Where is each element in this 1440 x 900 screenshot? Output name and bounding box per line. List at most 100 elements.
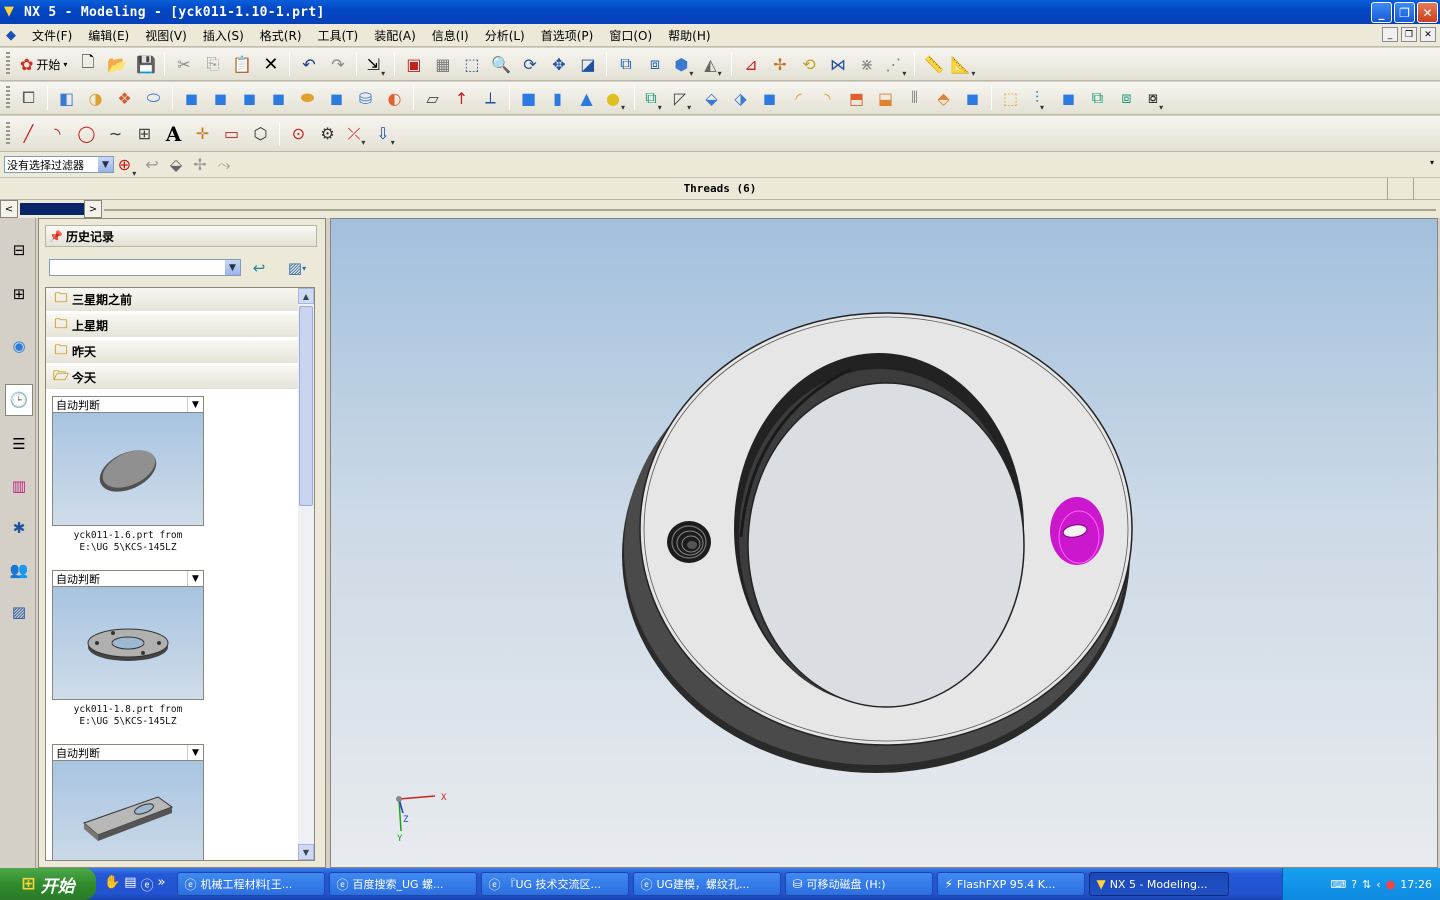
view-options-icon[interactable]: ▨ ▾ — [279, 257, 315, 279]
groove-icon[interactable]: ◼ — [322, 85, 351, 112]
load-mode-select[interactable]: 自动判断 ▼ — [52, 396, 204, 413]
scroll-right-button[interactable]: > — [84, 200, 102, 218]
palette-icon[interactable]: ▥ — [5, 470, 33, 502]
toolbar-grip[interactable] — [6, 86, 10, 110]
open-folder-icon[interactable]: 📂 — [102, 51, 131, 78]
doc-restore-button[interactable]: ❐ — [1401, 27, 1417, 42]
basic-curves-icon[interactable]: ⊞ — [130, 120, 159, 147]
datum-axis-icon[interactable]: ↑ — [447, 85, 476, 112]
patch-icon[interactable]: ⧈ — [1112, 85, 1141, 112]
taskbar-item[interactable]: ⓔ 『UG 技术交流区... — [481, 872, 630, 896]
draft-icon[interactable]: ⬓ — [871, 85, 900, 112]
wcs-rotate-icon[interactable]: ⟲ — [794, 51, 823, 78]
history-filter-select[interactable]: ▼ — [49, 259, 241, 276]
doc-minimize-button[interactable]: _ — [1382, 27, 1398, 42]
copy-icon[interactable]: ⎘ — [198, 51, 227, 78]
system-scenes-icon[interactable]: ▨ — [5, 596, 33, 628]
thread-feature-icon[interactable]: ⦀ — [900, 85, 929, 112]
measure-distance-icon[interactable]: 📏 — [919, 51, 948, 78]
windows-start-button[interactable]: ⊞ 开始 — [0, 868, 96, 900]
project-curve-icon[interactable]: ⇩ — [371, 120, 400, 147]
menu-window[interactable]: 窗口(O) — [601, 27, 660, 44]
refresh-icon[interactable]: ↩ — [247, 257, 271, 279]
offset-face-icon[interactable]: ⬙ — [697, 85, 726, 112]
start-menu-button[interactable]: ✿ 开始 ▾ — [14, 55, 73, 74]
menu-preferences[interactable]: 首选项(P) — [533, 27, 602, 44]
minimize-button[interactable]: _ — [1371, 2, 1392, 23]
zoom-box-icon[interactable]: ⬚ — [457, 51, 486, 78]
roles-icon[interactable]: 👥 — [5, 554, 33, 586]
history-card[interactable]: 自动判断 ▼ yck011-1.6.prt from E:\UG 5\KCS-1… — [52, 396, 204, 554]
taskbar-item[interactable]: ⚡ FlashFXP 95.4 K... — [937, 872, 1086, 896]
spline-icon[interactable]: ∼ — [101, 120, 130, 147]
extrude-icon[interactable]: ◧ — [52, 85, 81, 112]
type-filter-select[interactable]: 没有选择过滤器 ▼ — [4, 156, 114, 173]
part-thumbnail[interactable] — [52, 413, 204, 526]
unite-icon[interactable]: ⧉ — [639, 85, 668, 112]
toolbar-options-icon[interactable]: ▾ — [1430, 158, 1434, 167]
pattern-icon[interactable]: ⬘ — [929, 85, 958, 112]
hole-icon[interactable]: ◼ — [177, 85, 206, 112]
sketch-icon[interactable]: ⧠ — [14, 85, 43, 112]
history-card[interactable]: 自动判断 ▼ yck011-1.8.prt from E:\UG 5\KCS-1… — [52, 570, 204, 728]
face-blend-icon[interactable]: ◝ — [813, 85, 842, 112]
menu-format[interactable]: 格式(R) — [252, 27, 310, 44]
assembly-navigator-icon[interactable]: ⊟ — [5, 234, 33, 266]
intersect-curve-icon[interactable]: ⤫ — [342, 120, 371, 147]
ellipse-icon[interactable]: ⊙ — [284, 120, 313, 147]
emboss-icon[interactable]: ◐ — [380, 85, 409, 112]
clipping-icon[interactable]: ⧈ — [640, 51, 669, 78]
taskbar-item[interactable]: ⓔ 机械工程材料[王... — [177, 872, 326, 896]
quick-pick-icon[interactable]: ⤳ — [212, 151, 236, 178]
new-file-icon[interactable]: 🗋 — [73, 51, 102, 78]
taskbar-item-active[interactable]: ▼ NX 5 - Modeling... — [1089, 872, 1230, 896]
scrollbar-thumb[interactable] — [299, 306, 313, 506]
history-card[interactable]: 自动判断 ▼ — [52, 744, 204, 860]
blend-icon[interactable]: ⬗ — [726, 85, 755, 112]
process-studio-icon[interactable]: ✱ — [5, 512, 33, 544]
rotate-icon[interactable]: ⟳ — [515, 51, 544, 78]
menu-file[interactable]: 文件(F) — [24, 27, 80, 44]
selection-icon[interactable]: ⇲ — [361, 51, 390, 78]
redo-icon[interactable]: ↷ — [323, 51, 352, 78]
shell-icon[interactable]: ⬒ — [842, 85, 871, 112]
pin-icon[interactable]: 📌 — [46, 230, 66, 243]
datum-csys-icon[interactable]: ⟂ — [476, 85, 505, 112]
snap-point-icon[interactable]: ✢ — [188, 151, 212, 178]
quick-launch-icon[interactable]: ✋ — [104, 875, 120, 894]
wcs-display-icon[interactable]: ⋇ — [852, 51, 881, 78]
menu-insert[interactable]: 插入(S) — [195, 27, 252, 44]
edge-blend-icon[interactable]: ◜ — [784, 85, 813, 112]
keyboard-icon[interactable]: ⌨ — [1330, 878, 1346, 891]
measure-angle-icon[interactable]: 📐 — [948, 51, 977, 78]
paste-icon[interactable]: 📋 — [227, 51, 256, 78]
pocket-icon[interactable]: ◼ — [235, 85, 264, 112]
render-style-icon[interactable]: ⬢ — [669, 51, 698, 78]
select-all-icon[interactable]: ⊕ — [114, 151, 140, 178]
list-scrollbar[interactable]: ▲ ▼ — [298, 288, 314, 860]
circle-point-icon[interactable]: ◯ — [72, 120, 101, 147]
chamfer-icon[interactable]: ◼ — [755, 85, 784, 112]
datum-plane-icon[interactable]: ▱ — [418, 85, 447, 112]
help-icon[interactable]: ? — [1351, 878, 1357, 891]
split-body-icon[interactable]: ◼ — [1054, 85, 1083, 112]
polygon-icon[interactable]: ⬡ — [246, 120, 275, 147]
line-icon[interactable]: ╱ — [14, 120, 43, 147]
point-icon[interactable]: ✛ — [188, 120, 217, 147]
close-button[interactable]: ✕ — [1417, 2, 1438, 23]
scroll-up-button[interactable]: ▲ — [298, 288, 314, 304]
sew-icon[interactable]: ⧉ — [1083, 85, 1112, 112]
web-browser-icon[interactable]: ◉ — [5, 330, 33, 362]
thread-icon[interactable]: ⛁ — [351, 85, 380, 112]
block-icon[interactable]: ■ — [514, 85, 543, 112]
mirror-icon[interactable]: ◼ — [958, 85, 987, 112]
revolve-icon[interactable]: ◑ — [81, 85, 110, 112]
zoom-window-icon[interactable]: ▦ — [428, 51, 457, 78]
wcs-save-icon[interactable]: ⋰ — [881, 51, 910, 78]
boss-icon[interactable]: ◼ — [206, 85, 235, 112]
security-icon[interactable]: ● — [1386, 878, 1396, 891]
part-thumbnail[interactable] — [52, 761, 204, 860]
delete-icon[interactable]: ✕ — [256, 51, 285, 78]
text-icon[interactable]: A — [159, 120, 188, 147]
expand-chevron-icon[interactable]: » — [158, 875, 166, 894]
